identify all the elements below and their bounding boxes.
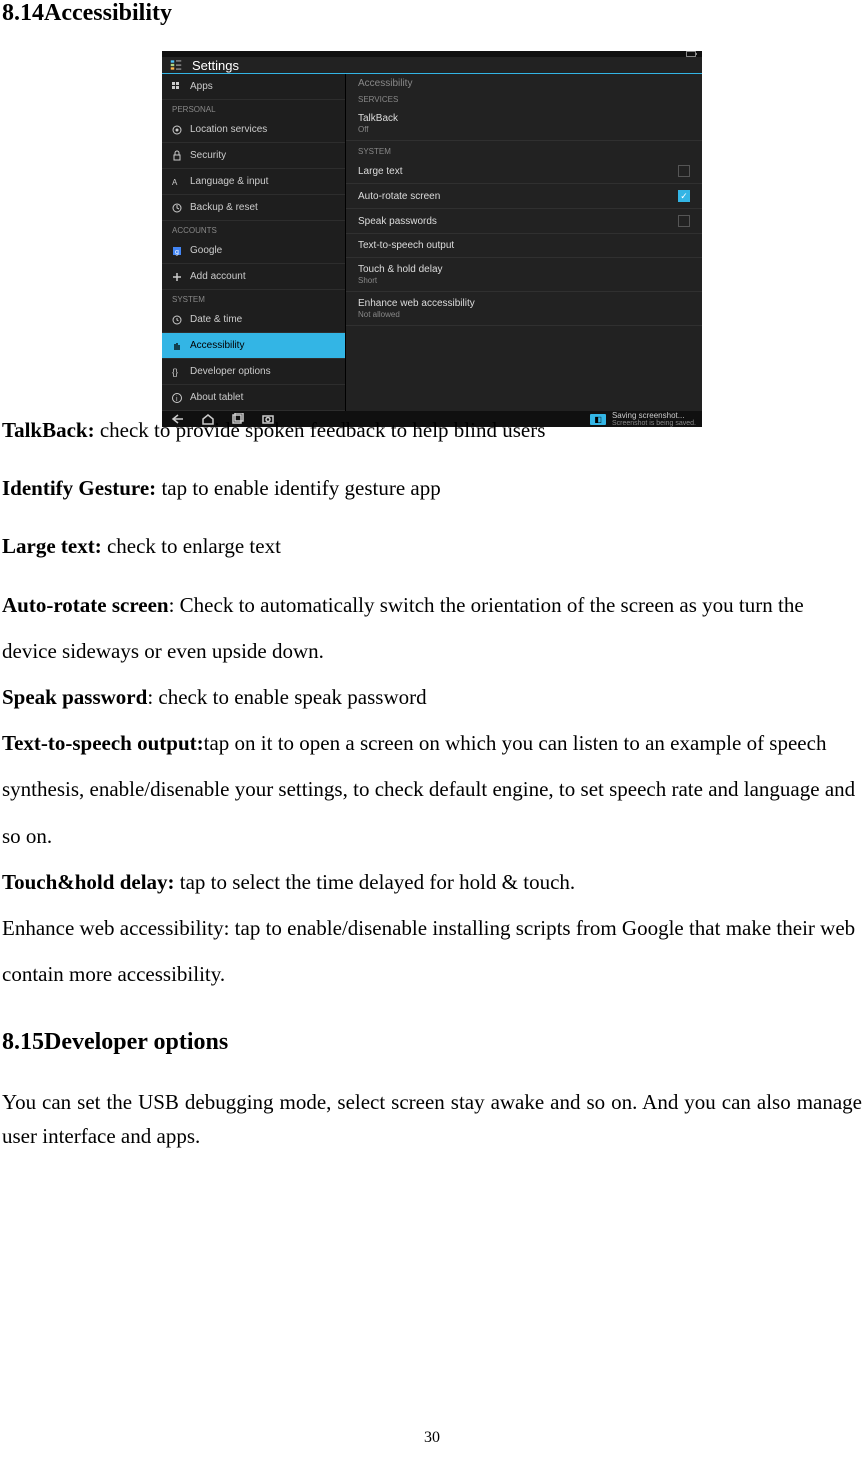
sidebar-label: Accessibility [190,340,244,351]
sidebar-item-datetime[interactable]: Date & time [162,307,345,333]
right-item-speak-passwords[interactable]: Speak passwords [346,209,702,234]
def-autorotate: Auto-rotate screen: Check to automatical… [2,582,862,674]
heading-accessibility: 8.14Accessibility [2,0,862,27]
plus-icon [170,270,184,284]
def-enhance-text: Enhance web accessibility: tap to enable… [2,916,855,986]
settings-icon [168,57,184,73]
sidebar-label: Backup & reset [190,202,258,213]
svg-text:{}: {} [172,367,178,377]
sidebar-label: Google [190,245,222,256]
def-talkback-text: check to provide spoken feedback to help… [100,418,546,442]
def-tts-label: Text-to-speech output: [2,731,204,755]
def-identify-label: Identify Gesture: [2,476,161,500]
cat-personal: PERSONAL [162,100,345,117]
right-sublabel: Off [358,125,398,134]
developer-options-para: You can set the USB debugging mode, sele… [2,1086,862,1153]
checkbox-checked[interactable] [678,190,690,202]
def-large-label: Large text: [2,534,107,558]
toast-line2: Screenshot is being saved. [612,420,696,427]
cat-system: SYSTEM [162,290,345,307]
sidebar-item-developer[interactable]: {} Developer options [162,359,345,385]
left-pane: Apps PERSONAL Location services Security… [162,74,346,411]
def-identify: Identify Gesture: tap to enable identify… [2,465,862,511]
sidebar-label: Location services [190,124,267,135]
sidebar-label: Apps [190,81,213,92]
sidebar-item-backup[interactable]: Backup & reset [162,195,345,221]
settings-title-bar: Settings [162,57,702,74]
screenshot-container: Settings Apps PERSONAL Location services… [2,51,862,379]
info-icon: i [170,391,184,405]
sidebar-label: Add account [190,271,246,282]
settings-title: Settings [192,58,239,73]
right-cat-system: SYSTEM [346,141,702,159]
svg-text:g: g [175,249,179,256]
svg-text:A: A [172,178,178,187]
def-talkback-label: TalkBack: [2,418,100,442]
sidebar-item-add-account[interactable]: Add account [162,264,345,290]
sidebar-label: Developer options [190,366,271,377]
page-number: 30 [0,1429,864,1447]
cat-accounts: ACCOUNTS [162,221,345,238]
language-icon: A [170,175,184,189]
sidebar-item-language[interactable]: A Language & input [162,169,345,195]
def-large-text: Large text: check to enlarge text [2,523,862,569]
battery-icon [686,51,696,57]
checkbox-unchecked[interactable] [678,215,690,227]
right-label: Speak passwords [358,216,437,227]
backup-icon [170,201,184,215]
def-large-text-body: check to enlarge text [107,534,281,558]
right-pane-title: Accessibility [346,74,702,89]
android-screenshot: Settings Apps PERSONAL Location services… [162,51,702,379]
google-icon: g [170,244,184,258]
right-label: Text-to-speech output [358,240,454,251]
right-sublabel: Short [358,276,443,285]
def-speak-password: Speak password: check to enable speak pa… [2,674,862,720]
screenshot-thumb-icon: ◧ [590,414,606,425]
right-cat-services: SERVICES [346,89,702,107]
sidebar-item-security[interactable]: Security [162,143,345,169]
sidebar-label: Date & time [190,314,242,325]
right-item-tts[interactable]: Text-to-speech output [346,234,702,258]
right-item-autorotate[interactable]: Auto-rotate screen [346,184,702,209]
def-identify-text: tap to enable identify gesture app [161,476,440,500]
braces-icon: {} [170,365,184,379]
location-icon [170,123,184,137]
right-label: Touch & hold delay [358,264,443,275]
hand-icon [170,339,184,353]
right-item-enhance-web[interactable]: Enhance web accessibility Not allowed [346,292,702,326]
sidebar-item-apps[interactable]: Apps [162,74,345,100]
def-talkback: TalkBack: check to provide spoken feedba… [2,407,862,453]
right-label: Enhance web accessibility [358,298,475,309]
right-pane: Accessibility SERVICES TalkBack Off SYST… [346,74,702,411]
def-autorotate-label: Auto-rotate screen [2,593,169,617]
apps-icon [170,80,184,94]
sidebar-label: Security [190,150,226,161]
right-label: Large text [358,166,402,177]
def-speak-text: : check to enable speak password [147,685,426,709]
sidebar-label: About tablet [190,392,243,403]
checkbox-unchecked[interactable] [678,165,690,177]
right-item-large-text[interactable]: Large text [346,159,702,184]
def-speak-label: Speak password [2,685,147,709]
right-item-touch-hold[interactable]: Touch & hold delay Short [346,258,702,292]
def-tts: Text-to-speech output:tap on it to open … [2,720,862,859]
right-item-talkback[interactable]: TalkBack Off [346,107,702,141]
sidebar-item-google[interactable]: g Google [162,238,345,264]
def-enhance-web: Enhance web accessibility: tap to enable… [2,905,862,997]
def-touch-text: tap to select the time delayed for hold … [180,870,575,894]
toast-line1: Saving screenshot... [612,411,696,420]
def-touch-label: Touch&hold delay: [2,870,180,894]
sidebar-item-location[interactable]: Location services [162,117,345,143]
sidebar-label: Language & input [190,176,268,187]
right-sublabel: Not allowed [358,310,475,319]
clock-icon [170,313,184,327]
right-label: TalkBack [358,113,398,124]
sidebar-item-accessibility[interactable]: Accessibility [162,333,345,359]
def-touch-hold: Touch&hold delay: tap to select the time… [2,859,862,905]
right-label: Auto-rotate screen [358,191,440,202]
heading-developer-options: 8.15Developer options [2,1029,862,1056]
lock-icon [170,149,184,163]
